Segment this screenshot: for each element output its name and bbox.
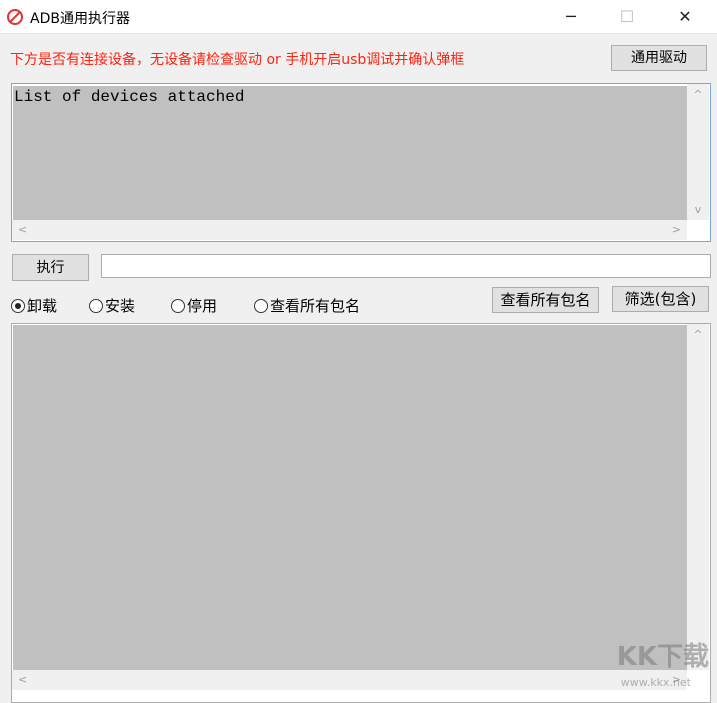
- radio-icon: [254, 298, 268, 313]
- radio-label: 查看所有包名: [270, 297, 361, 315]
- scroll-right-icon[interactable]: >: [672, 220, 681, 240]
- scroll-up-icon[interactable]: ^: [687, 84, 709, 101]
- scroll-left-icon[interactable]: <: [18, 670, 27, 690]
- radio-uninstall[interactable]: 卸载: [11, 295, 57, 316]
- package-output-box[interactable]: ^ < >: [11, 323, 711, 703]
- driver-button[interactable]: 通用驱动: [611, 45, 707, 71]
- list-packages-button[interactable]: 查看所有包名: [492, 287, 599, 313]
- radio-icon: [89, 298, 103, 313]
- horizontal-scrollbar[interactable]: < >: [12, 220, 687, 240]
- radio-label: 停用: [187, 297, 218, 315]
- scroll-down-icon[interactable]: v: [687, 203, 709, 216]
- vertical-scrollbar[interactable]: ^ v: [687, 84, 709, 220]
- command-input[interactable]: [101, 254, 711, 278]
- device-output-box[interactable]: List of devices attached ^ v < >: [11, 83, 711, 242]
- title-bar: ADB通用执行器 ─ ☐ ✕: [0, 0, 717, 34]
- execute-button[interactable]: 执行: [12, 254, 89, 281]
- window-title: ADB通用执行器: [30, 11, 130, 27]
- radio-list-packages[interactable]: 查看所有包名: [254, 295, 360, 316]
- connection-hint: 下方是否有连接设备，无设备请检查驱动 or 手机开启usb调试并确认弹框: [10, 52, 465, 68]
- radio-checked-icon: [11, 298, 25, 313]
- radio-install[interactable]: 安装: [89, 295, 135, 316]
- radio-label: 安装: [105, 297, 136, 315]
- minimize-button[interactable]: ─: [548, 0, 594, 34]
- watermark-logo: KK下载: [616, 642, 709, 672]
- package-output-text: [13, 325, 687, 671]
- horizontal-scrollbar[interactable]: < >: [12, 670, 687, 690]
- app-icon: [7, 9, 23, 25]
- radio-label: 卸载: [27, 297, 58, 315]
- close-button[interactable]: ✕: [662, 0, 708, 34]
- radio-disable[interactable]: 停用: [171, 295, 217, 316]
- radio-icon: [171, 298, 185, 313]
- scroll-left-icon[interactable]: <: [18, 220, 27, 240]
- filter-button[interactable]: 筛选(包含): [612, 286, 709, 312]
- maximize-button[interactable]: ☐: [604, 0, 650, 34]
- watermark-url: www.kkx.net: [620, 676, 691, 689]
- vertical-scrollbar[interactable]: ^: [687, 324, 709, 670]
- scroll-up-icon[interactable]: ^: [687, 324, 709, 341]
- device-output-text: List of devices attached: [13, 86, 687, 220]
